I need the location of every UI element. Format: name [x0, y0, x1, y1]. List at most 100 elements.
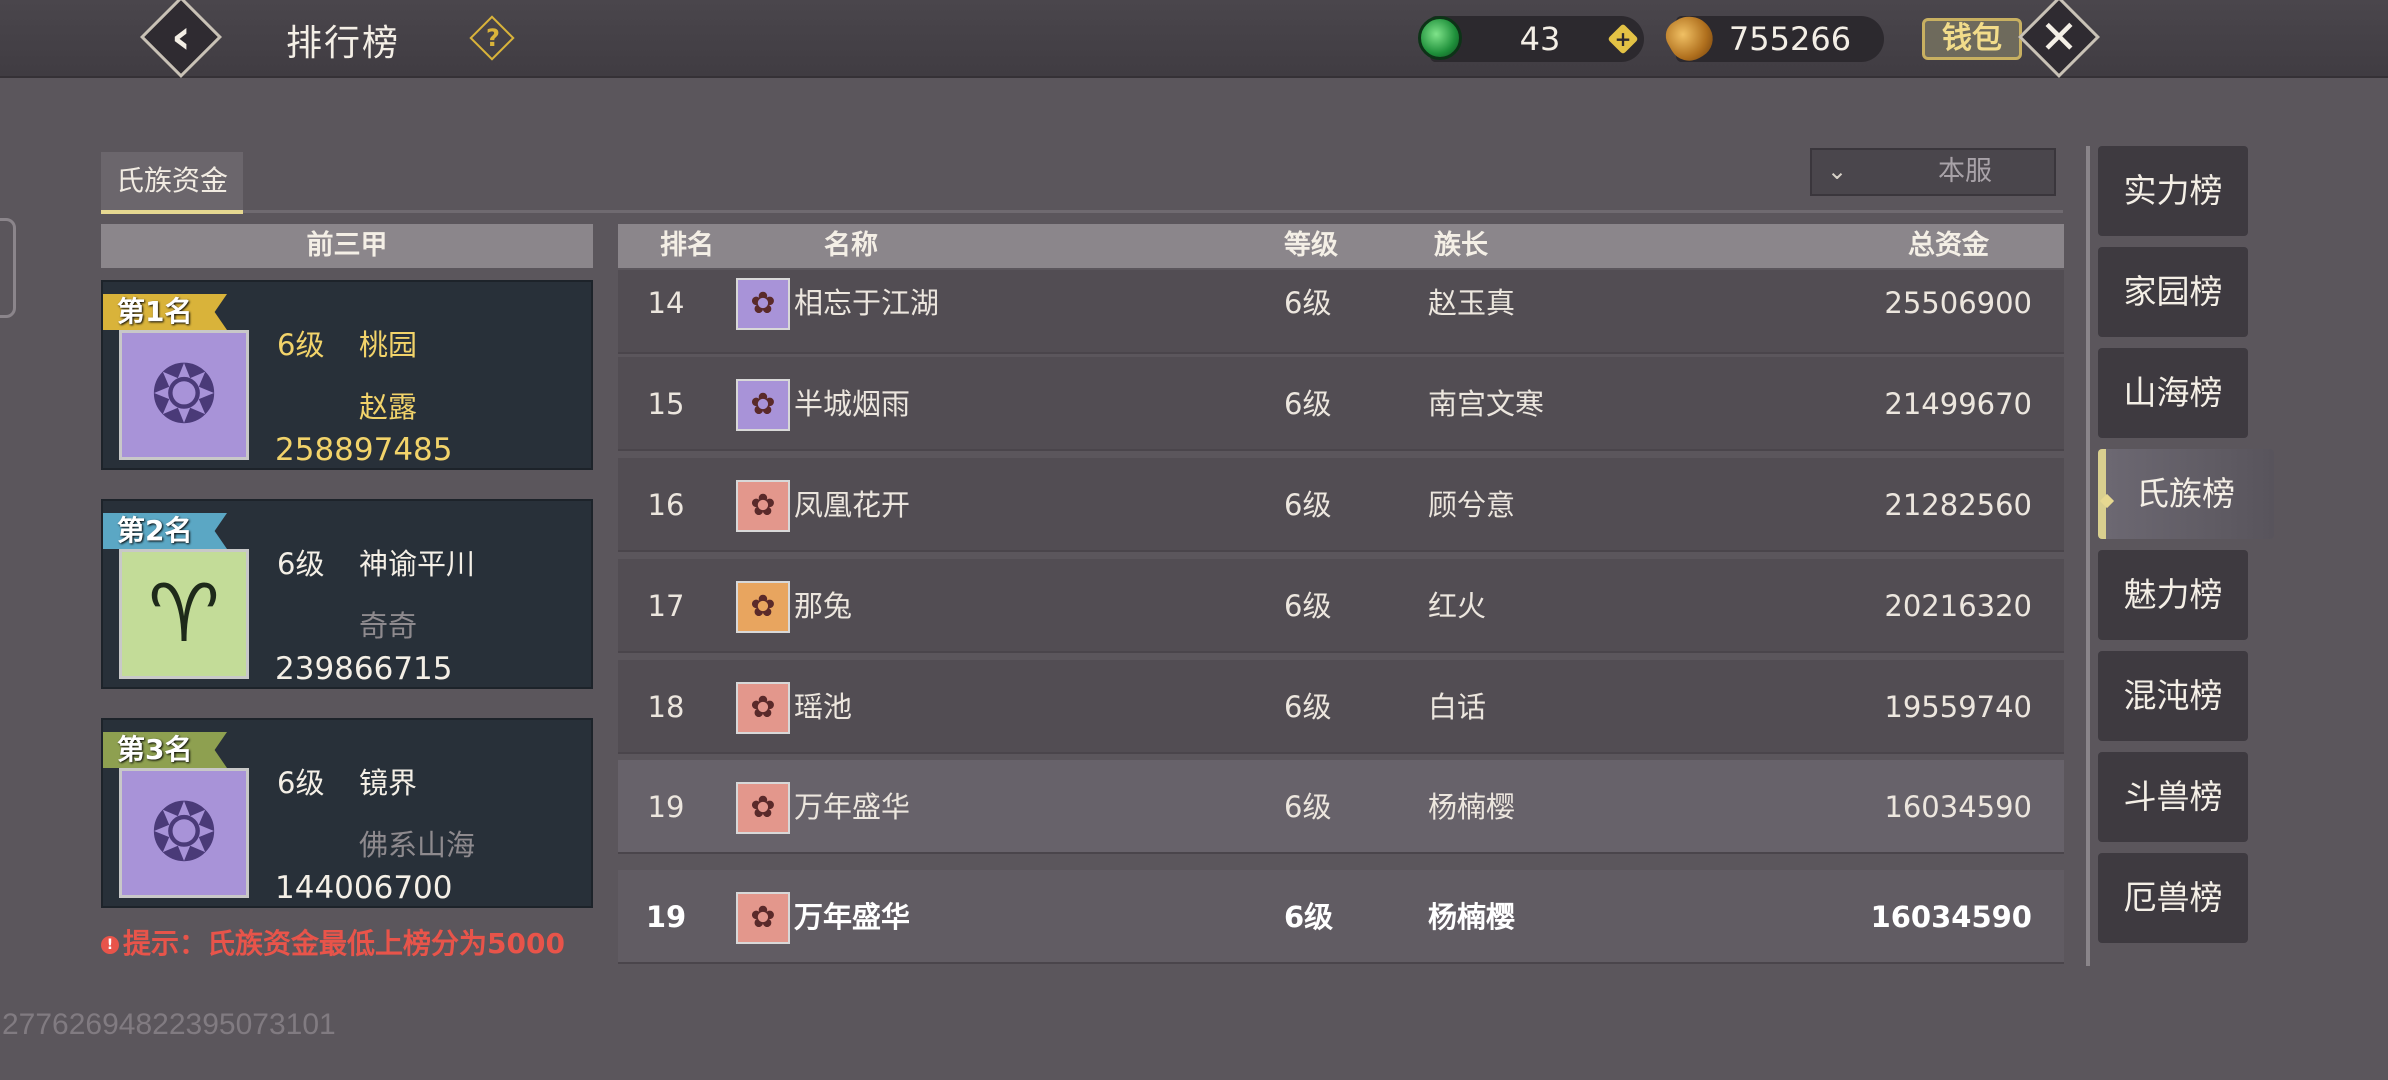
wallet-button[interactable]: 钱包 — [1922, 18, 2022, 60]
clan-level: 6级 — [277, 328, 325, 362]
row-funds: 21499670 — [1884, 387, 2032, 421]
clan-emblem-icon: ✿ — [736, 278, 790, 330]
row-leader: 南宫文寒 — [1428, 387, 1545, 421]
clan-leader: 佛系山海 — [359, 828, 476, 862]
row-clan-name: 瑶池 — [794, 690, 853, 724]
row-rank: 18 — [647, 690, 685, 724]
menu-item-8[interactable]: 厄兽榜 — [2098, 853, 2248, 943]
clan-emblem-icon: ❂ — [119, 768, 249, 898]
row-level: 6级 — [1284, 589, 1332, 623]
row-funds: 19559740 — [1884, 690, 2032, 724]
clan-name: 神谕平川 — [359, 547, 476, 581]
row-funds: 20216320 — [1884, 589, 2032, 623]
help-icon[interactable]: ? — [478, 18, 508, 58]
own-clan-row[interactable]: 19 ✿ 万年盛华 6级 杨楠樱 16034590 — [618, 870, 2064, 964]
clan-leader: 奇奇 — [359, 609, 418, 643]
rank-label: 第3名 — [117, 733, 193, 766]
table-row[interactable]: 15 ✿ 半城烟雨 6级 南宫文寒 21499670 — [618, 357, 2064, 451]
row-funds: 25506900 — [1884, 286, 2032, 320]
row-rank: 19 — [647, 790, 685, 824]
rank-label: 第1名 — [117, 295, 193, 328]
table-row[interactable]: 16 ✿ 凤凰花开 6级 顾兮意 21282560 — [618, 458, 2064, 552]
tab-divider — [101, 210, 2063, 213]
row-funds: 16034590 — [1884, 790, 2032, 824]
table-row[interactable]: 19 ✿ 万年盛华 6级 杨楠樱 16034590 — [618, 760, 2064, 854]
row-leader: 白话 — [1428, 690, 1487, 724]
menu-item-7[interactable]: 斗兽榜 — [2098, 752, 2248, 842]
menu-item-1[interactable]: 实力榜 — [2098, 146, 2248, 236]
row-clan-name: 相忘于江湖 — [794, 286, 940, 320]
column-name: 名称 — [824, 230, 878, 261]
row-rank: 14 — [647, 286, 685, 320]
emblem-glyph: ❂ — [150, 348, 218, 441]
edge-decoration — [0, 218, 16, 318]
row-level: 6级 — [1284, 387, 1332, 421]
clan-name: 桃园 — [359, 328, 418, 362]
clan-name: 镜界 — [359, 766, 418, 800]
clan-emblem-icon: ❂ — [119, 330, 249, 460]
top-three-header: 前三甲 — [101, 224, 593, 268]
clan-emblem-icon: ✿ — [736, 682, 790, 734]
row-rank: 16 — [647, 488, 685, 522]
row-funds: 16034590 — [1870, 900, 2032, 934]
clan-emblem-icon: ✿ — [736, 379, 790, 431]
menu-item-2[interactable]: 家园榜 — [2098, 247, 2248, 337]
back-arrow-icon[interactable]: ‹ — [158, 6, 204, 68]
min-score-hint: ! 提示：氏族资金最低上榜分为5000 — [101, 922, 565, 962]
menu-divider — [2086, 146, 2090, 966]
menu-item-6[interactable]: 混沌榜 — [2098, 651, 2248, 741]
hint-text: 提示：氏族资金最低上榜分为5000 — [123, 927, 565, 960]
server-dropdown-label[interactable]: 本服 — [1890, 148, 2040, 196]
top-card-1[interactable]: 第1名 ❂ 6级 桃园赵露 258897485 — [101, 280, 593, 470]
column-leader: 族长 — [1434, 230, 1488, 261]
rank-label: 第2名 — [117, 514, 193, 547]
clan-funds: 258897485 — [275, 432, 453, 468]
table-row[interactable]: 17 ✿ 那兔 6级 红火 20216320 — [618, 559, 2064, 653]
clan-emblem-icon: ✿ — [736, 480, 790, 532]
row-clan-name: 万年盛华 — [794, 790, 911, 824]
coin-value: 755266 — [1728, 20, 1852, 58]
emblem-glyph: ❂ — [150, 786, 218, 879]
column-funds: 总资金 — [1908, 230, 1989, 261]
menu-item-4[interactable]: 氏族榜 — [2098, 449, 2274, 539]
chevron-down-icon[interactable]: ⌄ — [1822, 154, 1852, 188]
clan-level: 6级 — [277, 547, 325, 581]
clan-emblem-icon: ✿ — [736, 782, 790, 834]
row-level: 6级 — [1284, 900, 1334, 934]
clan-level: 6级 — [277, 766, 325, 800]
page-title: 排行榜 — [286, 23, 401, 64]
row-rank: 15 — [647, 387, 685, 421]
menu-item-3[interactable]: 山海榜 — [2098, 348, 2248, 438]
row-level: 6级 — [1284, 690, 1332, 724]
jade-value: 43 — [1519, 20, 1561, 58]
close-icon[interactable]: ✕ — [2036, 6, 2082, 68]
row-leader: 杨楠樱 — [1428, 790, 1516, 824]
top-card-3[interactable]: 第3名 ❂ 6级 镜界佛系山海 144006700 — [101, 718, 593, 908]
table-row[interactable]: 18 ✿ 瑶池 6级 白话 19559740 — [618, 660, 2064, 754]
row-level: 6级 — [1284, 488, 1332, 522]
table-row[interactable]: 14 ✿ 相忘于江湖 6级 赵玉真 25506900 — [618, 270, 2064, 354]
row-clan-name: 那兔 — [794, 589, 853, 623]
row-funds: 21282560 — [1884, 488, 2032, 522]
emblem-glyph: ♈ — [148, 567, 220, 660]
row-rank: 19 — [645, 900, 687, 934]
clan-funds: 239866715 — [275, 651, 453, 687]
clan-emblem-icon: ♈ — [119, 549, 249, 679]
tab-clan-funds[interactable]: 氏族资金 — [101, 152, 243, 214]
ranking-table-header: 排名 名称 等级 族长 总资金 — [618, 224, 2064, 268]
row-level: 6级 — [1284, 790, 1332, 824]
menu-item-5[interactable]: 魅力榜 — [2098, 550, 2248, 640]
row-clan-name: 凤凰花开 — [794, 488, 911, 522]
clan-funds: 144006700 — [275, 870, 453, 906]
jade-icon — [1418, 16, 1462, 60]
row-leader: 杨楠樱 — [1428, 900, 1516, 934]
row-clan-name: 万年盛华 — [794, 900, 911, 934]
row-leader: 红火 — [1428, 589, 1487, 623]
row-rank: 17 — [647, 589, 685, 623]
column-level: 等级 — [1284, 230, 1338, 261]
clan-leader: 赵露 — [359, 390, 418, 424]
top-card-2[interactable]: 第2名 ♈ 6级 神谕平川奇奇 239866715 — [101, 499, 593, 689]
column-rank: 排名 — [660, 230, 714, 261]
player-uid: 27762694822395073101 — [2, 1008, 336, 1041]
plus-icon[interactable]: + — [1612, 22, 1634, 56]
